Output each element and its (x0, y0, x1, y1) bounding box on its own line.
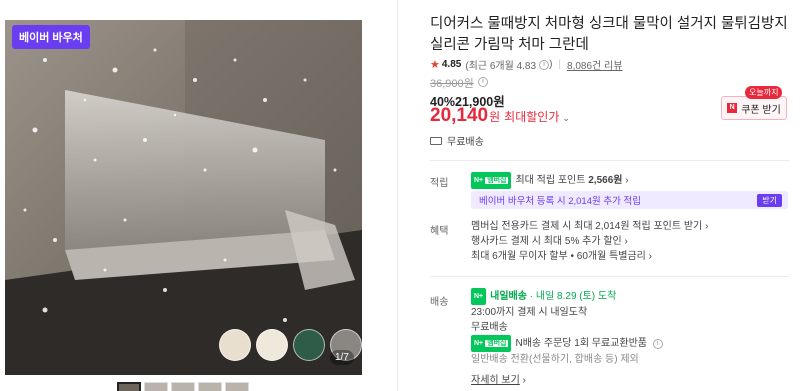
points-text: 최대 적립 포인트 (515, 175, 586, 187)
voucher-promo-banner[interactable]: 베이버 바우처 등록 시 2,014원 추가 적립 받기 (471, 191, 788, 209)
points-label: 적립 (430, 178, 449, 189)
membership-badge: N+ 멤버십 (471, 335, 512, 352)
thumbnail[interactable] (171, 382, 195, 391)
max-discount-row[interactable]: 20,140 원 최대할인가 ⌄ (430, 105, 570, 127)
rating-value: 4.85 (441, 59, 462, 70)
thumbnail[interactable] (117, 382, 141, 391)
info-icon[interactable]: i (539, 59, 550, 70)
coupon-button[interactable]: N 쿠폰 받기 (721, 96, 787, 120)
naver-n-icon: N (727, 103, 738, 113)
color-swatch[interactable] (256, 329, 288, 361)
more-details-text: 자세히 보기 (471, 375, 520, 386)
product-photo-illustration (5, 20, 362, 375)
today-only-tag: 오늘까지 (745, 86, 783, 99)
max-discount-label: 최대할인가 (504, 110, 560, 124)
truck-icon (430, 136, 442, 145)
color-swatch[interactable] (293, 329, 325, 361)
divider: | (558, 59, 562, 70)
delivery-label: 배송 (430, 297, 449, 308)
section-divider (430, 160, 790, 161)
return-badge-text: 멤버십 (485, 340, 509, 347)
price-info-icon[interactable]: i (478, 77, 488, 87)
review-count-link[interactable]: 8,086건 리뷰 (567, 57, 622, 72)
benefit-text: 멤버십 전용카드 결제 시 최대 2,014원 적립 포인트 받기 (471, 221, 703, 232)
arrival-row: N+ 내일배송 · 내일 8.29 (토) 도착 (471, 288, 663, 305)
thumbnail-strip (117, 382, 249, 391)
info-icon[interactable]: i (652, 338, 663, 349)
rating-detail-end: ) (549, 59, 553, 70)
shipping-fee: 무료배송 (447, 137, 484, 148)
arrival-badge-text: 내일배송 (490, 291, 527, 303)
coupon-button-label: 쿠폰 받기 (741, 104, 781, 116)
original-price: 36,900원 (430, 75, 474, 91)
color-swatch[interactable] (219, 329, 251, 361)
thumbnail[interactable] (225, 382, 249, 391)
points-value: 2,566원 (588, 175, 623, 187)
section-divider (430, 276, 790, 277)
benefits-list: 멤버십 전용카드 결제 시 최대 2,014원 적립 포인트 받기 › 행사카드… (471, 219, 708, 264)
benefit-item[interactable]: 행사카드 결제 시 최대 5% 추가 할인 › (471, 234, 708, 249)
benefit-text: 행사카드 결제 시 최대 5% 추가 할인 (471, 236, 622, 247)
product-main-image[interactable] (5, 20, 362, 375)
max-discount-price: 20,140 (430, 105, 489, 126)
more-details-link[interactable]: 자세히 보기 › (471, 373, 663, 388)
rating-row: ★ 4.85 (최근 6개월 4.83 i ) | 8,086건 리뷰 (430, 57, 622, 72)
return-text: N배송 주문당 1회 무료교환반품 (515, 338, 648, 350)
return-row: N+ 멤버십 N배송 주문당 1회 무료교환반품 i (471, 335, 663, 352)
benefit-item[interactable]: 최대 6개월 무이자 할부 • 60개월 특별금리 › (471, 249, 708, 264)
naver-plus-badge: N+ 멤버십 (471, 172, 512, 189)
product-gallery: 베이버 바우처 1/7 (0, 0, 398, 391)
points-row[interactable]: N+ 멤버십 최대 적립 포인트 2,566원 › (471, 172, 629, 189)
chevron-down-icon[interactable]: ⌄ (562, 113, 570, 124)
max-price-unit: 원 (489, 110, 501, 124)
voucher-promo-text: 베이버 바우처 등록 시 2,014원 추가 적립 (479, 196, 641, 207)
benefit-text: 최대 6개월 무이자 할부 • 60개월 특별금리 (471, 251, 646, 262)
tomorrow-delivery-badge: N+ (471, 288, 487, 305)
thumbnail[interactable] (144, 382, 168, 391)
membership-badge-text: 멤버십 (485, 177, 509, 184)
delivery-fee: 무료배송 (471, 322, 508, 333)
delivery-note: 일반배송 전환(선물하기, 합배송 등) 제외 (471, 354, 639, 365)
arrival-date: · 내일 8.29 (토) 도착 (529, 291, 617, 303)
delivery-info: N+ 내일배송 · 내일 8.29 (토) 도착 23:00까지 결제 시 내일도… (471, 288, 663, 388)
original-price-value: 36,900원 (430, 78, 474, 90)
voucher-receive-button[interactable]: 받기 (757, 194, 782, 207)
chevron-right-icon: › (625, 175, 629, 187)
voucher-badge: 베이버 바우처 (12, 25, 90, 49)
thumbnail[interactable] (198, 382, 222, 391)
star-icon: ★ (430, 59, 440, 71)
delivery-cutoff: 23:00까지 결제 시 내일도착 (471, 307, 588, 318)
rating-detail: (최근 6개월 4.83 (465, 61, 537, 72)
image-counter: 1/7 (330, 350, 354, 365)
shipping-row: 무료배송 (430, 133, 484, 148)
benefit-item[interactable]: 멤버십 전용카드 결제 시 최대 2,014원 적립 포인트 받기 › (471, 219, 708, 234)
benefits-label: 혜택 (430, 226, 449, 237)
product-title: 디어커스 물때방지 처마형 싱크대 물막이 설거지 물튀김방지 실리콘 가림막 … (430, 16, 788, 53)
